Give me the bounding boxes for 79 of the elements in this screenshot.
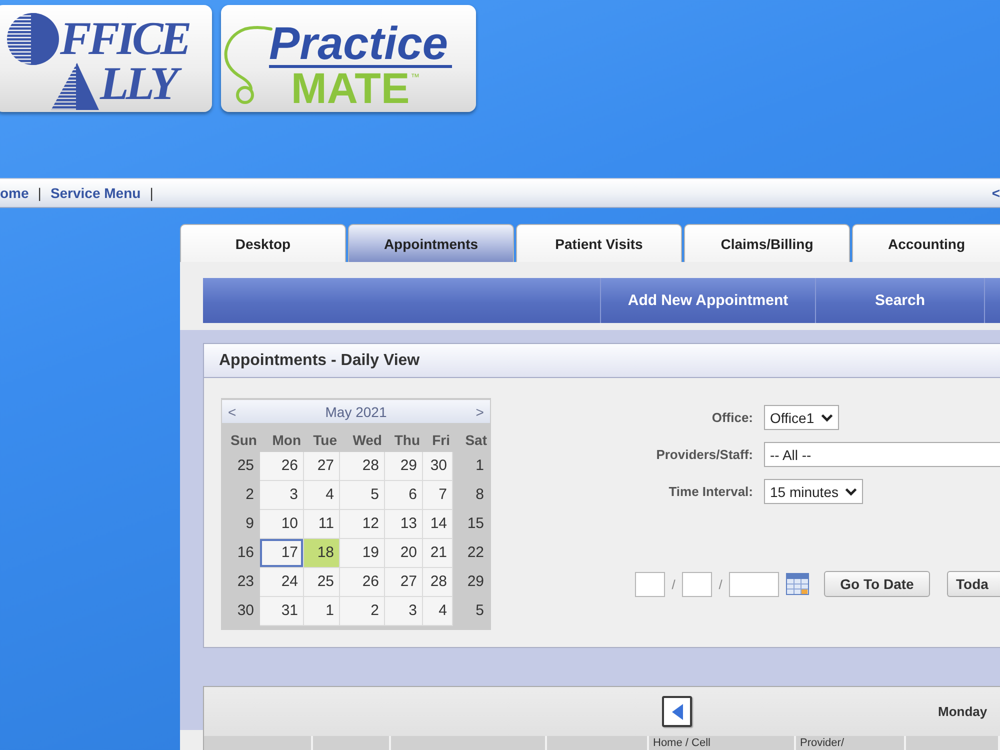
calendar-day[interactable]: 30 [423,452,453,481]
calendar-day[interactable]: 31 [260,597,304,626]
day-label: Monday [938,704,988,719]
calendar-day[interactable]: 3 [260,481,304,510]
calendar-day[interactable]: 28 [340,452,385,481]
nav-link[interactable]: Service Menu [50,185,141,201]
calendar-day[interactable]: 29 [385,452,423,481]
left-triangle-icon [672,704,682,720]
calendar-day[interactable]: 19 [340,539,385,568]
nav-separator: | [38,185,42,201]
calendar-day[interactable]: 17 [260,539,304,568]
nav-link[interactable]: ome [0,185,29,201]
calendar-day[interactable]: 18 [304,539,340,568]
calendar-day[interactable]: 27 [304,452,340,481]
date-separator: / [718,576,724,592]
calendar-day[interactable]: 10 [260,510,304,539]
tab[interactable]: Claims/Billing [684,224,850,262]
chevron-down-icon [845,488,858,496]
weekday-label: Sun [230,432,258,448]
logo-text: Practice [269,23,452,68]
weekday-label: Fri [431,432,451,448]
tab[interactable]: Desktop [180,224,346,262]
calendar-day[interactable]: 12 [340,510,385,539]
calendar-day[interactable]: 4 [423,597,453,626]
calendar-day[interactable]: 14 [423,510,453,539]
weekday-label: Tue [312,432,338,448]
toolbar-button[interactable]: Add New Appointment [600,278,815,323]
list-box[interactable]: -- All -- [764,442,1000,467]
scroll-left-link[interactable]: < [992,185,1000,201]
date-input[interactable] [682,572,712,596]
calendar-day[interactable]: 6 [385,481,423,510]
tab[interactable]: Accounting [852,224,1000,262]
calendar-day[interactable]: 27 [385,568,423,597]
calendar-day[interactable]: 21 [423,539,453,568]
date-separator: / [670,576,676,592]
calendar-day[interactable]: 20 [385,539,423,568]
calendar-month: May 2021 [325,404,387,420]
striped-triangle-icon [51,63,99,110]
striped-circle-icon [7,13,59,65]
calendar-day[interactable]: 4 [304,481,340,510]
column-header: Provider/ [796,736,906,750]
field-label: Office: [712,410,753,425]
calendar-day[interactable]: 5 [340,481,385,510]
weekday-label: Thu [393,432,421,448]
calendar-day[interactable]: 24 [260,568,304,597]
dropdown[interactable]: Office1 [764,405,840,430]
weekday-label: Sat [464,432,488,448]
calendar-day[interactable]: 7 [423,481,453,510]
logo-text: MATE [291,70,410,108]
column-header: Home / Cell [649,736,796,750]
calendar-day[interactable]: 13 [385,510,423,539]
date-button[interactable]: Go To Date [824,571,930,597]
calendar-day[interactable]: 1 [304,597,340,626]
date-input[interactable] [635,572,665,596]
calendar-icon[interactable] [786,573,809,595]
tab[interactable]: Appointments [348,224,514,262]
calendar-day[interactable]: 11 [304,510,340,539]
calendar-day[interactable]: 2 [340,597,385,626]
date-button[interactable]: Toda [947,571,1000,597]
calendar-day[interactable]: 28 [423,568,453,597]
nav-separator: | [150,185,154,201]
field-label: Providers/Staff: [656,447,753,462]
weekday-label: Wed [352,432,383,448]
dropdown[interactable]: 15 minutes [764,479,864,504]
calendar-day[interactable]: 26 [260,452,304,481]
trademark-mark: ™ [410,72,420,82]
chevron-down-icon [821,414,834,422]
calendar-day[interactable]: 3 [385,597,423,626]
next-month-link[interactable]: > [476,404,484,420]
toolbar-button[interactable]: Search [815,278,985,323]
section-header: Appointments - Daily View [203,343,1000,378]
previous-day-button[interactable] [662,696,692,727]
calendar-day[interactable]: 25 [304,568,340,597]
field-label: Time Interval: [668,484,753,499]
calendar-day[interactable]: 26 [340,568,385,597]
previous-month-link[interactable]: < [228,404,236,420]
tab[interactable]: Patient Visits [516,224,682,262]
date-input[interactable] [729,572,779,596]
weekday-label: Mon [271,432,302,448]
